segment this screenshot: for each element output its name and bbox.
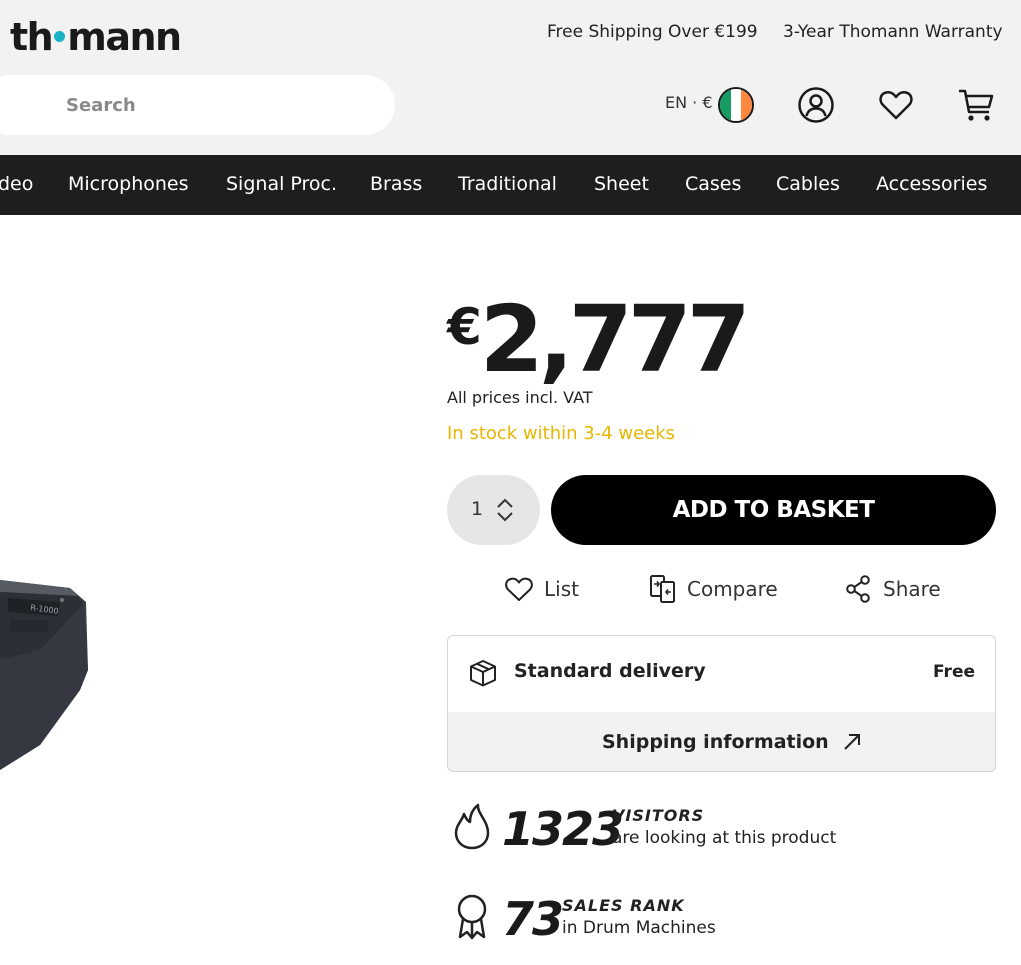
sales-rank-number: 73	[502, 892, 564, 946]
sales-rank-label: SALES RANK	[562, 896, 685, 915]
package-icon	[470, 660, 496, 687]
vat-note: All prices incl. VAT	[447, 388, 593, 407]
product-image[interactable]: R-1000	[0, 540, 110, 780]
add-to-list-button[interactable]: List	[504, 573, 579, 605]
stock-status: In stock within 3-4 weeks	[447, 423, 676, 444]
delivery-row: Standard delivery Free	[448, 636, 995, 712]
logo-dot	[54, 31, 66, 42]
delivery-price: Free	[933, 662, 975, 682]
delivery-title: Standard delivery	[514, 660, 706, 682]
award-ribbon-icon	[457, 894, 487, 940]
nav-item-cables[interactable]: Cables	[776, 173, 840, 195]
compare-label: Compare	[687, 577, 778, 601]
nav-item-accessories[interactable]: Accessories	[876, 173, 987, 195]
nav-item-brass[interactable]: Brass	[370, 173, 422, 195]
share-label: Share	[883, 577, 941, 601]
sales-rank-subtext[interactable]: in Drum Machines	[562, 918, 716, 938]
visitors-subtext: are looking at this product	[612, 828, 837, 848]
list-label: List	[544, 577, 579, 601]
heart-icon	[505, 577, 533, 601]
search-bar[interactable]	[0, 75, 395, 135]
stepper-arrows-icon[interactable]	[495, 497, 515, 523]
usp-free-shipping[interactable]: Free Shipping Over €199	[547, 22, 758, 42]
usp-warranty[interactable]: 3-Year Thomann Warranty	[783, 22, 1003, 42]
nav-item-microphones[interactable]: Microphones	[68, 173, 189, 195]
shipping-info-label: Shipping information	[602, 731, 829, 753]
nav-item-traditional[interactable]: Traditional	[458, 173, 557, 195]
nav-item-video[interactable]: deo	[0, 173, 33, 195]
add-to-basket-button[interactable]: ADD TO BASKET	[551, 475, 996, 545]
visitors-count: 1323	[502, 802, 624, 856]
share-icon	[846, 575, 870, 603]
product-price: €2,777	[447, 286, 751, 393]
site-header: th mann Free Shipping Over €199 3-Year Th…	[0, 0, 1021, 155]
delivery-box: Standard delivery Free Shipping informat…	[447, 635, 996, 772]
language-currency-selector[interactable]: EN · €	[665, 93, 713, 112]
quantity-stepper[interactable]: 1	[447, 475, 540, 545]
ireland-flag-icon[interactable]	[718, 87, 754, 123]
cart-icon[interactable]	[957, 86, 995, 124]
external-link-arrow-icon	[843, 734, 860, 750]
flame-icon	[454, 803, 490, 850]
wishlist-icon[interactable]	[877, 86, 915, 124]
category-nav: deo Microphones Signal Proc. Brass Tradi…	[0, 155, 1021, 215]
nav-item-signal-proc[interactable]: Signal Proc.	[226, 173, 337, 195]
nav-item-cases[interactable]: Cases	[685, 173, 741, 195]
share-button[interactable]: Share	[845, 573, 941, 605]
search-input[interactable]	[66, 91, 366, 119]
quantity-value: 1	[471, 498, 484, 520]
nav-item-sheet[interactable]: Sheet	[594, 173, 649, 195]
visitors-label: VISITORS	[612, 806, 705, 825]
compare-icon	[650, 575, 675, 603]
shipping-info-link[interactable]: Shipping information	[448, 712, 995, 771]
thomann-logo[interactable]: th mann	[10, 14, 182, 60]
account-icon[interactable]	[797, 86, 835, 124]
compare-button[interactable]: Compare	[649, 573, 778, 605]
